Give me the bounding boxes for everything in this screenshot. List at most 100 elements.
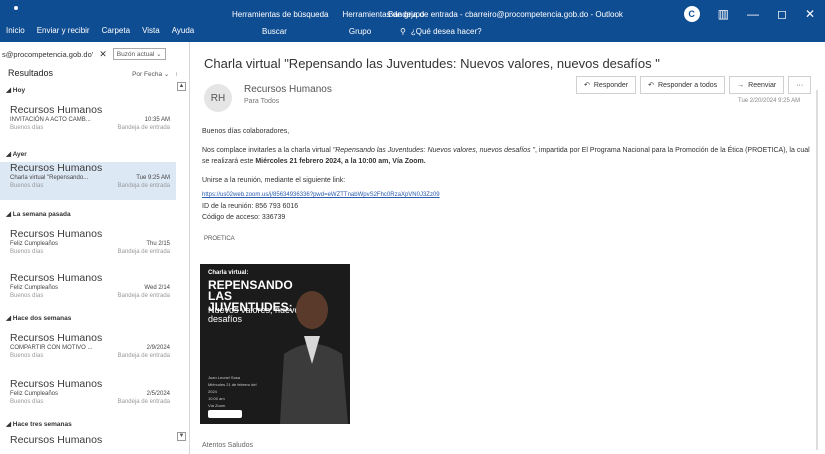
mail-from: Recursos Humanos	[10, 434, 103, 446]
speaker-photo	[280, 291, 348, 424]
flyer-logo	[208, 410, 242, 418]
tab-enviar-recibir[interactable]: Enviar y recibir	[37, 26, 90, 35]
user-avatar[interactable]: C	[683, 6, 700, 22]
list-item[interactable]: Recursos Humanos INVITACIÓN A ACTO CAMB.…	[0, 104, 176, 142]
sender-name[interactable]: Recursos Humanos	[244, 84, 332, 95]
mail-folder: Bandeja de entrada	[117, 293, 170, 299]
tab-carpeta[interactable]: Carpeta	[102, 26, 130, 35]
mail-preview: Buenos días	[10, 249, 44, 255]
zoom-link[interactable]: https://us02web.zoom.us/j/85634936336?pw…	[202, 190, 812, 201]
search-input[interactable]: s@procompetencia.gob.do'	[2, 50, 93, 59]
search-scope-dropdown[interactable]: Buzón actual ⌄	[112, 48, 166, 60]
ribbon-display-icon[interactable]: ▥	[718, 7, 729, 21]
mail-preview: Buenos días	[10, 353, 44, 359]
group-tres-semanas[interactable]: ◢ Hace tres semanas	[6, 420, 72, 428]
tab-grupo[interactable]: Grupo	[349, 27, 371, 36]
greeting: Buenos días colaboradores,	[202, 128, 290, 135]
clear-search-button[interactable]: ✕	[99, 49, 107, 60]
message-body: Buenos días colaboradores, Nos complace …	[202, 126, 812, 223]
mail-subject: INVITACIÓN A ACTO CAMB...	[10, 117, 91, 123]
meeting-passcode: Código de acceso: 336739	[202, 214, 286, 221]
results-header: Resultados Por Fecha ⌄ ↑	[8, 68, 178, 78]
flyer-date: Miércoles 21 de febrero del 2024	[208, 382, 257, 394]
mail-time: Tue 9:25 AM	[136, 175, 170, 181]
message-datetime: Tue 2/20/2024 9:25 AM	[738, 98, 801, 104]
flyer-platform: Vía Zoom	[208, 403, 226, 408]
join-instructions: Unirse a la reunión, mediante el siguien…	[202, 177, 346, 184]
mail-time: 10:35 AM	[144, 117, 170, 123]
reading-pane: Charla virtual "Repensando las Juventude…	[190, 42, 825, 454]
title-bar: Inicio Enviar y recibir Carpeta Vista Ay…	[0, 0, 825, 42]
message-subject: Charla virtual "Repensando las Juventude…	[204, 56, 660, 71]
mail-preview: Buenos días	[10, 399, 44, 405]
tab-ayuda[interactable]: Ayuda	[172, 26, 195, 35]
tell-me-box[interactable]: ⚲ ¿Qué desea hacer?	[400, 24, 630, 38]
list-item[interactable]: Recursos Humanos Feliz Cumpleaños Thu 2/1…	[0, 228, 176, 266]
mail-time: Wed 2/14	[144, 285, 170, 291]
more-actions-button[interactable]: ···	[788, 76, 812, 94]
ribbon-tabs: Inicio Enviar y recibir Carpeta Vista Ay…	[6, 26, 194, 35]
reply-icon: ↶	[584, 82, 590, 89]
context-header-busqueda: Herramientas de búsqueda	[232, 10, 329, 19]
group-semana-pasada[interactable]: ◢ La semana pasada	[6, 210, 71, 218]
mail-from: Recursos Humanos	[10, 332, 103, 344]
mail-from: Recursos Humanos	[10, 162, 103, 174]
mail-time: 2/5/2024	[146, 391, 170, 397]
sort-arrow-icon[interactable]: ↑	[175, 71, 178, 78]
tab-vista[interactable]: Vista	[142, 26, 160, 35]
flyer-time: 10:00 am	[208, 396, 225, 401]
reading-scrollbar[interactable]	[813, 90, 821, 450]
group-ayer[interactable]: ◢ Ayer	[6, 150, 27, 158]
sender-avatar[interactable]: RH	[204, 84, 232, 112]
search-bar: s@procompetencia.gob.do' ✕ Buzón actual …	[2, 46, 188, 62]
minimize-button[interactable]: —	[747, 7, 759, 21]
reply-all-icon: ↶	[648, 82, 654, 89]
mail-from: Recursos Humanos	[10, 104, 103, 116]
list-item[interactable]: Recursos Humanos	[0, 434, 176, 454]
list-scrollbar[interactable]: ▲ ▼	[177, 82, 186, 454]
flyer-label: Charla virtual:	[208, 270, 249, 276]
window-controls: C ▥ — ◻ ✕	[683, 6, 815, 22]
mail-folder: Bandeja de entrada	[117, 125, 170, 131]
group-hoy[interactable]: ◢ Hoy	[6, 86, 25, 94]
group-dos-semanas[interactable]: ◢ Hace dos semanas	[6, 314, 71, 322]
forward-button[interactable]: → Reenviar	[729, 76, 785, 94]
mail-preview: Buenos días	[10, 293, 44, 299]
mail-time: Thu 2/15	[146, 241, 170, 247]
tab-buscar[interactable]: Buscar	[262, 27, 287, 36]
reply-all-button[interactable]: ↶ Responder a todos	[640, 76, 726, 94]
list-item[interactable]: Recursos Humanos Feliz Cumpleaños Wed 2/1…	[0, 272, 176, 310]
tell-me-placeholder: ¿Qué desea hacer?	[410, 26, 482, 36]
close-window-button[interactable]: ✕	[805, 7, 815, 21]
mail-subject: Feliz Cumpleaños	[10, 241, 59, 247]
recipients: Para Todos	[244, 98, 280, 105]
mail-preview: Buenos días	[10, 183, 44, 189]
mail-subject: Charla virtual "Repensando...	[10, 175, 89, 181]
window-title: Bandeja de entrada - cbarreiro@procompet…	[388, 10, 623, 19]
forward-icon: →	[737, 81, 745, 89]
mail-subject: Feliz Cumpleaños	[10, 285, 59, 291]
lightbulb-icon: ⚲	[400, 26, 406, 36]
restore-button[interactable]: ◻	[777, 7, 787, 21]
mail-subject: Feliz Cumpleaños	[10, 391, 59, 397]
mail-from: Recursos Humanos	[10, 378, 103, 390]
mail-folder: Bandeja de entrada	[117, 353, 170, 359]
results-title: Resultados	[8, 68, 54, 78]
message-list-pane: s@procompetencia.gob.do' ✕ Buzón actual …	[0, 42, 190, 454]
mail-preview: Buenos días	[10, 125, 44, 131]
sort-dropdown[interactable]: Por Fecha ⌄ ↑	[132, 70, 178, 78]
list-item-selected[interactable]: Recursos Humanos Charla virtual "Repensa…	[0, 162, 176, 200]
reply-button[interactable]: ↶ Responder	[576, 76, 637, 94]
scroll-up-icon[interactable]: ▲	[177, 82, 186, 91]
app-menu-icon[interactable]	[14, 6, 18, 10]
message-actions: ↶ Responder ↶ Responder a todos → Reenviar …	[576, 76, 812, 94]
scroll-down-icon[interactable]: ▼	[177, 432, 186, 441]
list-item[interactable]: Recursos Humanos COMPARTIR CON MOTIVO ..…	[0, 332, 176, 370]
meeting-id: ID de la reunión: 856 793 6016	[202, 203, 299, 210]
mail-time: 2/9/2024	[146, 345, 170, 351]
event-flyer-image: PROETICA Charla virtual: REPENSANDO LAS …	[200, 234, 350, 424]
list-item[interactable]: Recursos Humanos Feliz Cumpleaños 2/5/202…	[0, 378, 176, 416]
context-tabs: Buscar Grupo	[262, 27, 371, 36]
tab-inicio[interactable]: Inicio	[6, 26, 25, 35]
mail-folder: Bandeja de entrada	[117, 399, 170, 405]
